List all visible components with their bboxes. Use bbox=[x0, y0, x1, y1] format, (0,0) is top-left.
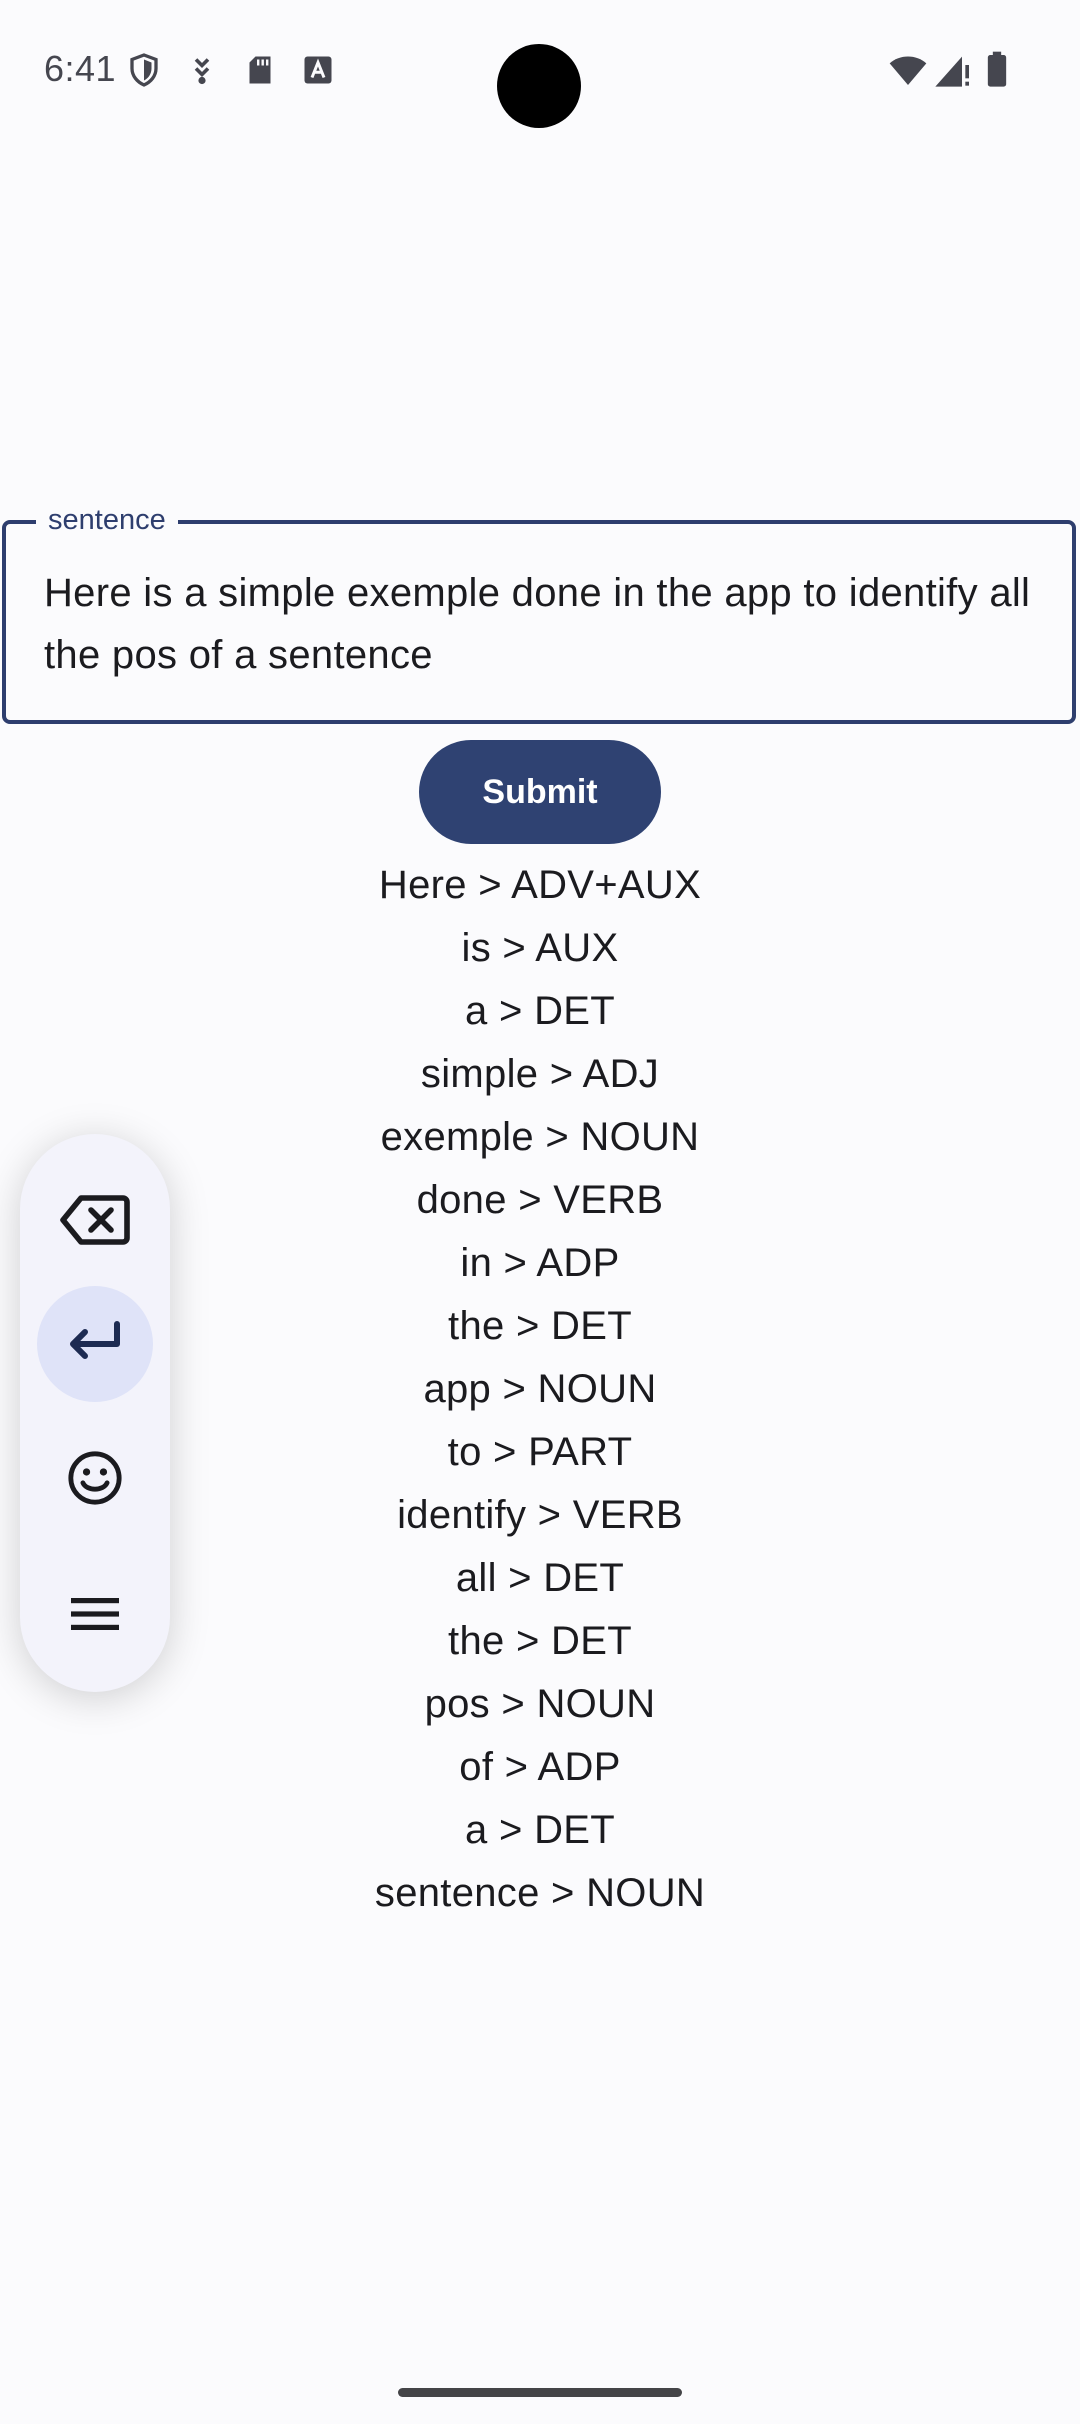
enter-button[interactable] bbox=[37, 1286, 153, 1402]
cell-signal-icon bbox=[932, 50, 972, 90]
floating-keyboard-toolbar bbox=[20, 1134, 170, 1692]
emoji-icon bbox=[66, 1449, 124, 1512]
enter-icon bbox=[65, 1320, 125, 1369]
result-line: pos > NOUN bbox=[424, 1682, 656, 1726]
wifi-icon bbox=[888, 50, 928, 90]
sd-card-icon bbox=[242, 52, 278, 88]
result-line: a > DET bbox=[465, 989, 615, 1033]
menu-icon bbox=[69, 1594, 121, 1639]
sentence-field[interactable]: sentence Here is a simple exemple done i… bbox=[2, 502, 1076, 724]
gesture-navigation-bar[interactable] bbox=[398, 2388, 682, 2397]
font-icon bbox=[300, 52, 336, 88]
backspace-button[interactable] bbox=[37, 1164, 153, 1280]
battery-icon bbox=[982, 50, 1012, 90]
result-line: a > DET bbox=[465, 1808, 615, 1852]
sentence-field-label: sentence bbox=[36, 502, 178, 538]
result-line: of > ADP bbox=[459, 1745, 621, 1789]
submit-button[interactable]: Submit bbox=[419, 740, 661, 844]
sentence-input[interactable]: Here is a simple exemple done in the app… bbox=[44, 562, 1034, 686]
backspace-icon bbox=[59, 1192, 131, 1253]
result-line: sentence > NOUN bbox=[374, 1871, 706, 1915]
result-line: is > AUX bbox=[461, 926, 619, 970]
result-line: exemple > NOUN bbox=[380, 1115, 700, 1159]
result-line: Here > ADV+AUX bbox=[378, 863, 702, 907]
status-time: 6:41 bbox=[44, 48, 117, 89]
menu-button[interactable] bbox=[37, 1558, 153, 1674]
result-line: simple > ADJ bbox=[420, 1052, 660, 1096]
shield-icon bbox=[126, 52, 162, 88]
status-bar: 6:41 bbox=[0, 0, 1080, 140]
usb-debug-icon bbox=[184, 52, 220, 88]
emoji-button[interactable] bbox=[37, 1422, 153, 1538]
camera-cutout bbox=[497, 44, 581, 128]
